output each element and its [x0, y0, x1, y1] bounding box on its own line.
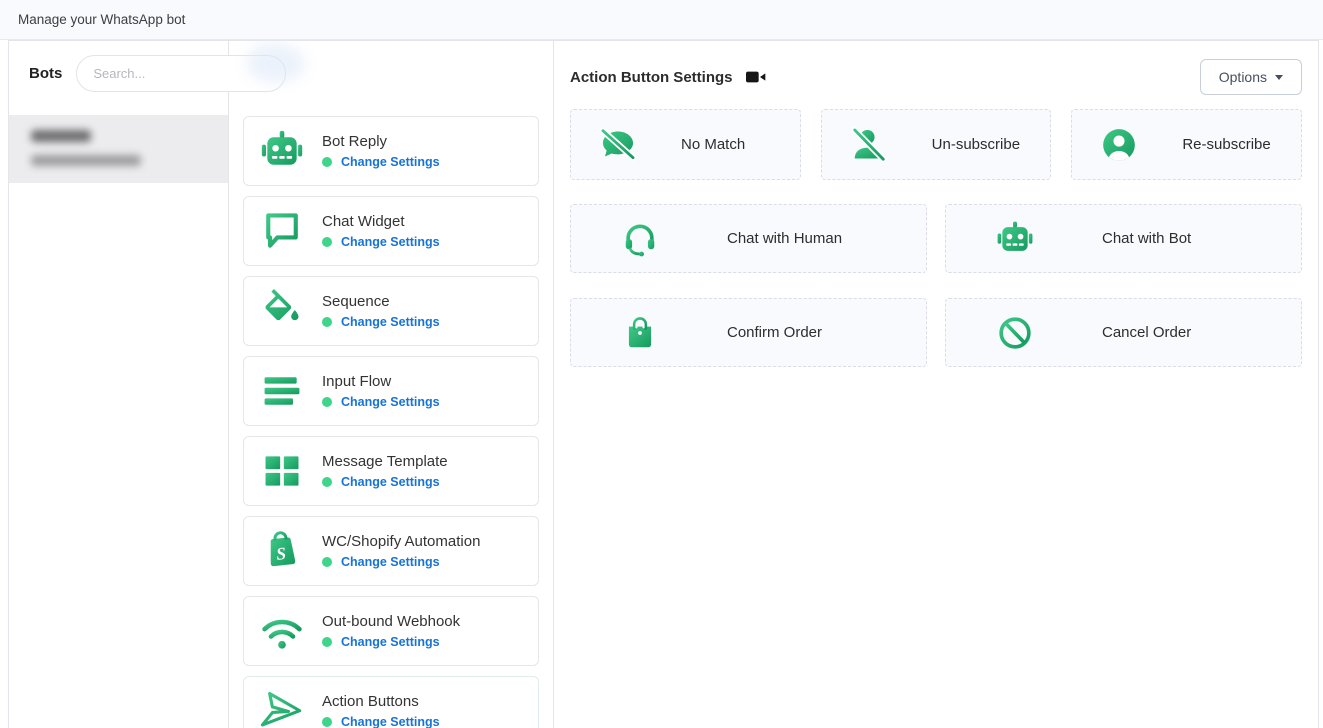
options-button-label: Options: [1219, 69, 1267, 85]
change-settings-link[interactable]: Change Settings: [341, 155, 440, 169]
feature-title: Out-bound Webhook: [322, 613, 460, 630]
blurred-avatar-blob: [247, 43, 305, 83]
tile-label: Un-subscribe: [932, 136, 1020, 153]
feature-card-shopify-automation[interactable]: S WC/Shopify Automation Change Settings: [243, 516, 539, 586]
feature-card-message-template[interactable]: Message Template Change Settings: [243, 436, 539, 506]
feature-card-input-flow[interactable]: Input Flow Change Settings: [243, 356, 539, 426]
status-dot: [322, 237, 332, 247]
action-tile-cancel-order[interactable]: Cancel Order: [945, 298, 1302, 367]
status-dot: [322, 317, 332, 327]
feature-title: Action Buttons: [322, 693, 440, 710]
circle-user-icon: [1100, 126, 1138, 164]
change-settings-link[interactable]: Change Settings: [341, 715, 440, 728]
tile-label: Chat with Human: [727, 230, 842, 247]
feature-card-chat-widget[interactable]: Chat Widget Change Settings: [243, 196, 539, 266]
page-title: Manage your WhatsApp bot: [18, 12, 185, 27]
feature-card-outbound-webhook[interactable]: Out-bound Webhook Change Settings: [243, 596, 539, 666]
action-tiles-row-1: No Match Un-subscribe: [570, 109, 1302, 180]
action-tile-chat-with-bot[interactable]: Chat with Bot: [945, 204, 1302, 273]
change-settings-link[interactable]: Change Settings: [341, 235, 440, 249]
paper-plane-icon: [260, 689, 304, 728]
bots-sidebar: Bots: [9, 41, 229, 728]
robot-icon: [260, 129, 304, 173]
grid-icon: [260, 449, 304, 493]
main-container: Bots: [8, 40, 1319, 728]
action-tile-chat-with-human[interactable]: Chat with Human: [570, 204, 927, 273]
bot-list-item-selected[interactable]: [9, 115, 228, 183]
action-tile-confirm-order[interactable]: Confirm Order: [570, 298, 927, 367]
bars-icon: [260, 369, 304, 413]
change-settings-link[interactable]: Change Settings: [341, 475, 440, 489]
tile-label: Confirm Order: [727, 324, 822, 341]
tile-label: Re-subscribe: [1182, 136, 1270, 153]
tile-label: Chat with Bot: [1102, 230, 1191, 247]
status-dot: [322, 477, 332, 487]
change-settings-link[interactable]: Change Settings: [341, 555, 440, 569]
ban-icon: [996, 314, 1034, 352]
action-tile-no-match[interactable]: No Match: [570, 109, 801, 180]
status-dot: [322, 637, 332, 647]
headset-icon: [621, 220, 659, 258]
sidebar-title: Bots: [29, 65, 62, 82]
feature-title: Chat Widget: [322, 213, 440, 230]
change-settings-link[interactable]: Change Settings: [341, 635, 440, 649]
feature-title: Message Template: [322, 453, 448, 470]
sidebar-header: Bots: [9, 41, 228, 105]
action-button-settings-panel: Action Button Settings Options: [554, 41, 1318, 728]
change-settings-link[interactable]: Change Settings: [341, 395, 440, 409]
blurred-bot-phone-number: [31, 155, 141, 166]
shopify-bag-icon: S: [260, 529, 304, 573]
status-dot: [322, 397, 332, 407]
feature-title: Input Flow: [322, 373, 440, 390]
action-tile-re-subscribe[interactable]: Re-subscribe: [1071, 109, 1302, 180]
panel-title: Action Button Settings: [570, 69, 732, 86]
feature-title: WC/Shopify Automation: [322, 533, 480, 550]
chevron-down-icon: [1275, 75, 1283, 80]
comment-slash-icon: [599, 126, 637, 164]
svg-text:S: S: [275, 543, 287, 564]
feature-card-sequence[interactable]: Sequence Change Settings: [243, 276, 539, 346]
action-tiles-row-3: Confirm Order Cancel Order: [570, 298, 1302, 367]
robot-icon: [996, 220, 1034, 258]
blurred-bot-name: [31, 130, 91, 142]
paint-bucket-icon: [260, 289, 304, 333]
chat-bubble-icon: [260, 209, 304, 253]
feature-card-action-buttons[interactable]: Action Buttons Change Settings: [243, 676, 539, 728]
user-slash-icon: [850, 126, 888, 164]
video-camera-icon: [746, 70, 766, 84]
wifi-icon: [260, 609, 304, 653]
panel-header: Action Button Settings Options: [570, 57, 1302, 97]
change-settings-link[interactable]: Change Settings: [341, 315, 440, 329]
feature-cards-column: Bot Reply Change Settings Chat Widget Ch…: [229, 41, 554, 728]
action-tile-un-subscribe[interactable]: Un-subscribe: [821, 109, 1052, 180]
tile-label: No Match: [681, 136, 745, 153]
feature-card-bot-reply[interactable]: Bot Reply Change Settings: [243, 116, 539, 186]
tile-label: Cancel Order: [1102, 324, 1191, 341]
status-dot: [322, 157, 332, 167]
shopping-bag-icon: [621, 314, 659, 352]
action-tiles-row-2: Chat with Human Chat: [570, 204, 1302, 273]
options-dropdown-button[interactable]: Options: [1200, 59, 1302, 95]
feature-title: Bot Reply: [322, 133, 440, 150]
status-dot: [322, 557, 332, 567]
feature-title: Sequence: [322, 293, 440, 310]
top-header-bar: Manage your WhatsApp bot: [0, 0, 1323, 40]
status-dot: [322, 717, 332, 727]
